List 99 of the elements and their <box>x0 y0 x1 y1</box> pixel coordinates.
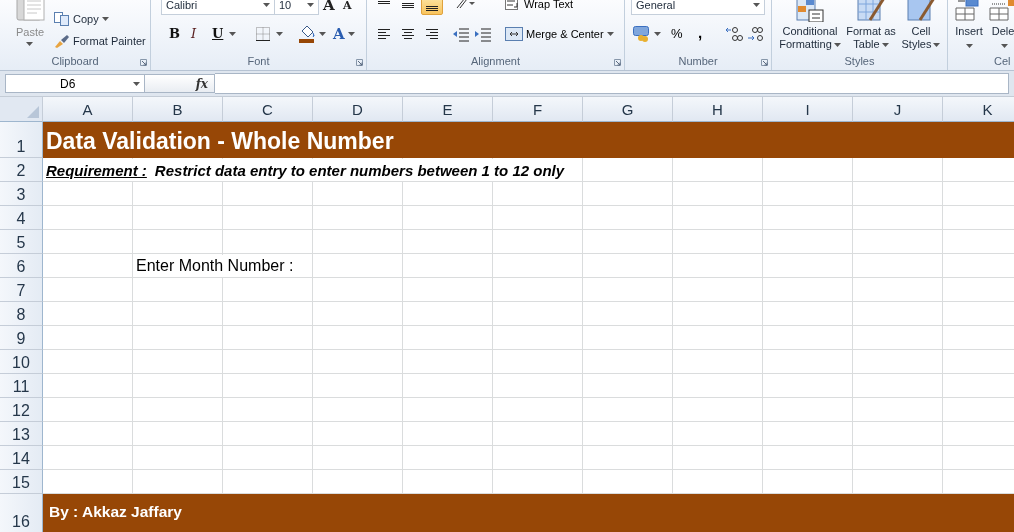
column-header[interactable]: B <box>133 97 223 122</box>
row-header[interactable]: 10 <box>0 350 43 374</box>
column-header[interactable]: E <box>403 97 493 122</box>
caret-icon <box>263 3 270 7</box>
function-button[interactable]: fx <box>145 74 215 93</box>
column-header[interactable]: H <box>673 97 763 122</box>
row-header[interactable]: 4 <box>0 206 43 230</box>
horizontal-align-icon <box>426 29 438 39</box>
caret-icon <box>933 43 941 48</box>
caret-icon <box>654 32 661 36</box>
copy-icon <box>54 12 70 26</box>
delete-cells-icon <box>989 0 1014 21</box>
vertical-align-button[interactable] <box>421 0 443 15</box>
row-header[interactable]: 16 <box>0 494 43 532</box>
vertical-align-icon <box>378 0 390 4</box>
wrap-text-button[interactable]: Wrap Text <box>505 0 574 11</box>
column-header[interactable]: C <box>223 97 313 122</box>
shrink-font-button[interactable]: A <box>343 0 352 12</box>
formula-input[interactable] <box>215 73 1009 94</box>
row-header[interactable]: 2 <box>0 158 43 182</box>
column-header[interactable]: D <box>313 97 403 122</box>
row-header[interactable]: 13 <box>0 422 43 446</box>
dialog-launcher-icon[interactable] <box>140 59 147 66</box>
row-header[interactable]: 14 <box>0 446 43 470</box>
row-header[interactable]: 7 <box>0 278 43 302</box>
caret-icon <box>606 32 614 36</box>
group-label: Number <box>678 54 718 69</box>
insert-button[interactable]: Insert <box>955 25 983 48</box>
group-label: Cel <box>994 54 1011 69</box>
brush-icon <box>54 34 70 48</box>
caret-icon <box>319 32 326 36</box>
decrease-decimal-icon[interactable] <box>747 26 765 42</box>
number-format-field[interactable]: General <box>631 0 765 15</box>
column-header[interactable]: G <box>583 97 673 122</box>
row-header[interactable]: 11 <box>0 374 43 398</box>
caret-icon <box>307 3 314 7</box>
delete-button[interactable]: Dele <box>991 25 1014 48</box>
group-label: Alignment <box>471 54 520 69</box>
font-color-button[interactable]: A <box>333 25 355 43</box>
fill-color-icon[interactable] <box>299 25 316 43</box>
caret-icon <box>101 17 109 21</box>
merge-center-button[interactable]: Merge & Center <box>505 27 614 41</box>
copy-button[interactable]: Copy <box>54 12 109 26</box>
row-header[interactable]: 15 <box>0 470 43 494</box>
group-label: Clipboard <box>51 54 99 69</box>
italic-button[interactable]: I <box>191 26 197 41</box>
horizontal-align-icon <box>378 29 390 39</box>
row-header[interactable]: 3 <box>0 182 43 206</box>
name-box[interactable]: D6 <box>5 74 145 93</box>
column-header[interactable]: A <box>43 97 133 122</box>
insert-cells-icon <box>955 0 979 21</box>
cell-button[interactable]: Cell Styles <box>898 25 944 51</box>
horizontal-align-icon <box>402 29 414 39</box>
increase-decimal-icon[interactable] <box>725 26 743 42</box>
group-label: Font <box>247 54 270 69</box>
table-brush-icon <box>857 0 886 21</box>
caret-icon <box>881 43 889 48</box>
row-header[interactable]: 1 <box>0 122 43 158</box>
conditional-formatting-icon <box>796 0 824 22</box>
caret-icon <box>833 43 841 48</box>
clipboard-icon <box>13 0 47 22</box>
dialog-launcher-icon[interactable] <box>761 59 768 66</box>
group-label: Styles <box>844 54 875 69</box>
caret-icon <box>276 32 283 36</box>
caret-icon <box>347 32 355 36</box>
caret-icon <box>753 3 760 7</box>
dialog-launcher-icon[interactable] <box>614 59 621 66</box>
caret-icon <box>1000 44 1008 48</box>
caret-icon <box>966 44 974 48</box>
column-header[interactable]: K <box>943 97 1014 122</box>
dialog-launcher-icon[interactable] <box>356 59 363 66</box>
format-painter-button[interactable]: Format Painter <box>54 34 146 48</box>
row-header[interactable]: 6 <box>0 254 43 278</box>
bold-button[interactable]: B <box>169 26 180 41</box>
underline-button[interactable]: U <box>212 26 224 41</box>
merge-cells-icon <box>505 27 523 41</box>
column-header[interactable]: I <box>763 97 853 122</box>
row-header[interactable]: 9 <box>0 326 43 350</box>
vertical-align-icon <box>426 6 438 11</box>
row-header[interactable]: 5 <box>0 230 43 254</box>
column-header[interactable]: J <box>853 97 943 122</box>
font-size-field[interactable]: 10 <box>275 0 319 15</box>
row-header[interactable]: 8 <box>0 302 43 326</box>
currency-icon[interactable] <box>633 26 651 42</box>
caret-icon <box>26 42 34 46</box>
decrease-indent-icon[interactable] <box>453 28 469 42</box>
vertical-align-icon <box>402 2 414 8</box>
increase-indent-icon[interactable] <box>475 28 491 42</box>
font-family-field[interactable]: Calibri <box>161 0 275 15</box>
caret-icon <box>229 32 236 36</box>
row-header[interactable]: 12 <box>0 398 43 422</box>
percent-button[interactable]: % <box>671 26 683 41</box>
column-header[interactable]: F <box>493 97 583 122</box>
borders-icon[interactable] <box>256 27 270 41</box>
wrap-text-icon <box>505 0 521 11</box>
caret-icon <box>133 81 140 86</box>
orientation-icon[interactable] <box>455 0 475 10</box>
cell-styles-icon <box>907 0 936 21</box>
comma-button[interactable]: , <box>698 24 703 41</box>
